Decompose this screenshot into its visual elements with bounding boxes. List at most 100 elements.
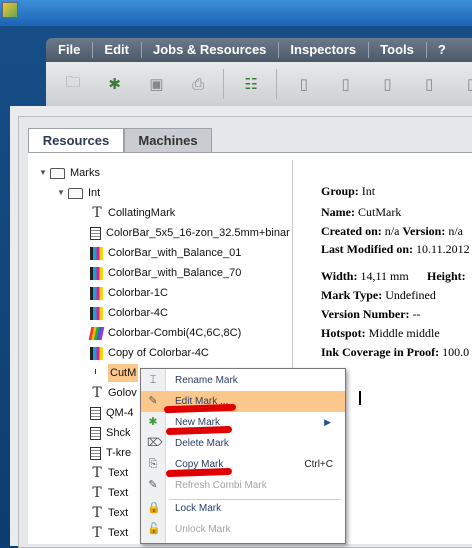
tree-item[interactable]: Colorbar-Combi(4C,6C,8C) <box>88 324 242 342</box>
menu-bar: File Edit Jobs & Resources Inspectors To… <box>46 38 472 62</box>
folder-icon <box>50 167 65 179</box>
document-mark-icon <box>90 426 101 440</box>
tree-item-label: Colorbar-4C <box>108 307 168 319</box>
tree-item-label: Text <box>108 487 129 499</box>
menu-item-refresh-combi-mark: ✎ Refresh Combi Mark <box>148 479 267 491</box>
colorbar-icon <box>90 246 103 260</box>
menu-item-lock-mark[interactable]: 🔒 Lock Mark <box>141 498 345 519</box>
tree-item-label: Text <box>108 527 129 539</box>
text-mark-icon: T <box>92 205 102 221</box>
toolbar: 🗀 ✱ ▣ ⎙ ☷ ▯ ▯ ▯ ▯ ▯ <box>46 62 472 106</box>
detail-modified: Last Modified on: 10.11.2012 <box>321 242 470 256</box>
detail-mark-type: Mark Type: Undefined <box>321 288 436 302</box>
menu-file[interactable]: File <box>46 38 92 62</box>
new-icon: ✱ <box>148 416 158 428</box>
collapse-arrow-icon[interactable]: ▼ <box>38 164 48 182</box>
doc-icon[interactable]: ▯ <box>331 69 361 99</box>
text-mark-icon: T <box>92 385 102 401</box>
toolbar-separator <box>275 69 277 99</box>
tree-item[interactable]: T Text <box>90 464 128 482</box>
title-bar <box>0 0 472 26</box>
tree-item[interactable]: ColorBar_with_Balance_01 <box>90 244 241 262</box>
tree-item[interactable]: Shck <box>90 424 130 442</box>
text-mark-icon: T <box>92 505 102 521</box>
menu-item-delete-mark[interactable]: ⌦ Delete Mark <box>141 433 345 454</box>
doc-icon[interactable]: ▯ <box>456 69 472 99</box>
tree-item-label: ColorBar_with_Balance_01 <box>108 247 242 259</box>
document-mark-icon <box>90 226 101 240</box>
tree-item-label: Colorbar-Combi(4C,6C,8C) <box>108 327 242 339</box>
refresh-icon: ✎ <box>148 479 158 491</box>
detail-name: Name: CutMark <box>321 205 402 219</box>
tree-item[interactable]: ColorBar_5x5_16-zon_32.5mm+binar <box>90 224 290 242</box>
tree-item-label: CollatingMark <box>108 207 176 219</box>
rename-icon: ⌶ <box>149 374 157 386</box>
combi-colorbar-icon <box>88 326 105 340</box>
text-mark-icon: T <box>92 465 102 481</box>
tree-item[interactable]: T Golov <box>90 384 137 402</box>
tree-item[interactable]: Colorbar-1C <box>90 284 168 302</box>
menu-jobs-resources[interactable]: Jobs & Resources <box>140 38 278 62</box>
tab-resources[interactable]: Resources <box>28 128 124 153</box>
tree-item[interactable]: T Text <box>90 484 128 502</box>
tree-item-label: Text <box>108 467 129 479</box>
tree-item[interactable]: T CollatingMark <box>90 204 175 222</box>
app-icon <box>2 2 18 18</box>
menu-help[interactable]: ? <box>425 38 458 62</box>
menu-edit[interactable]: Edit <box>92 38 141 62</box>
colorbar-icon <box>90 286 103 300</box>
detail-version-number: Version Number: -- <box>321 307 421 321</box>
tree-node-marks[interactable]: ▼ Marks <box>38 164 100 182</box>
shortcut-label: Ctrl+C <box>304 459 333 470</box>
document-mark-icon <box>90 446 101 460</box>
tree-item-label: CutM <box>108 364 139 382</box>
doc-icon[interactable]: ▯ <box>373 69 403 99</box>
colorbar-icon <box>90 346 103 360</box>
copy-icon: ⎘ <box>148 458 158 470</box>
toolbar-separator <box>223 69 225 99</box>
tree-item[interactable]: T Text <box>90 504 128 522</box>
detail-group: Group: Int <box>321 184 376 198</box>
collapse-arrow-icon[interactable]: ▼ <box>56 184 66 202</box>
print-icon[interactable]: ⎙ <box>183 69 213 99</box>
text-mark-icon: T <box>92 485 102 501</box>
tree-item-label: T-kre <box>106 447 132 459</box>
tree-item-label: ColorBar_5x5_16-zon_32.5mm+binar <box>106 227 290 239</box>
menu-item-unlock-mark: 🔓 Unlock Mark <box>147 523 231 535</box>
menu-tools[interactable]: Tools <box>368 38 426 62</box>
tree-item[interactable]: Colorbar-4C <box>90 304 168 322</box>
unlock-icon: 🔓 <box>147 523 161 535</box>
text-mark-icon: T <box>92 525 102 541</box>
detail-height: Height: <box>427 269 466 283</box>
detail-ink-coverage: Ink Coverage in Proof: 100.0 <box>321 345 470 359</box>
tree-item-label: ColorBar_with_Balance_70 <box>108 267 242 279</box>
lock-icon: 🔒 <box>147 502 161 514</box>
add-resource-icon[interactable]: ✱ <box>100 69 130 99</box>
tree-item[interactable]: ColorBar_with_Balance_70 <box>90 264 241 282</box>
menu-item-rename-mark[interactable]: ⌶ Rename Mark <box>141 370 345 391</box>
tab-machines[interactable]: Machines <box>124 128 212 153</box>
tree-item[interactable]: QM-4 <box>90 404 134 422</box>
detail-hotspot: Hotspot: Middle middle <box>321 326 440 340</box>
doc-icon[interactable]: ▯ <box>289 69 319 99</box>
open-folder-icon[interactable]: 🗀 <box>58 69 88 99</box>
tree-item-label: Golov <box>108 387 137 399</box>
save-icon[interactable]: ▣ <box>142 69 172 99</box>
tree-node-int[interactable]: ▼ Int <box>56 184 100 202</box>
tree-node-label: Marks <box>70 167 100 179</box>
doc-icon[interactable]: ▯ <box>414 69 444 99</box>
text-cursor <box>359 391 361 405</box>
menu-inspectors[interactable]: Inspectors <box>278 38 368 62</box>
tree-icon[interactable]: ☷ <box>236 69 266 99</box>
colorbar-icon <box>90 306 103 320</box>
tree-item[interactable]: T Text <box>90 524 128 542</box>
tree-item-label: Copy of Colorbar-4C <box>108 347 209 359</box>
delete-icon: ⌦ <box>147 437 163 449</box>
detail-created: Created on: n/a Version: n/a <box>321 224 464 238</box>
tree-item[interactable]: T-kre <box>90 444 131 462</box>
tree-item[interactable]: Copy of Colorbar-4C <box>90 344 209 362</box>
tree-item-label: Text <box>108 507 129 519</box>
tree-item-selected[interactable]: CutM <box>90 364 139 382</box>
edit-icon: ✎ <box>148 395 158 407</box>
tree-item-label: Shck <box>106 427 131 439</box>
